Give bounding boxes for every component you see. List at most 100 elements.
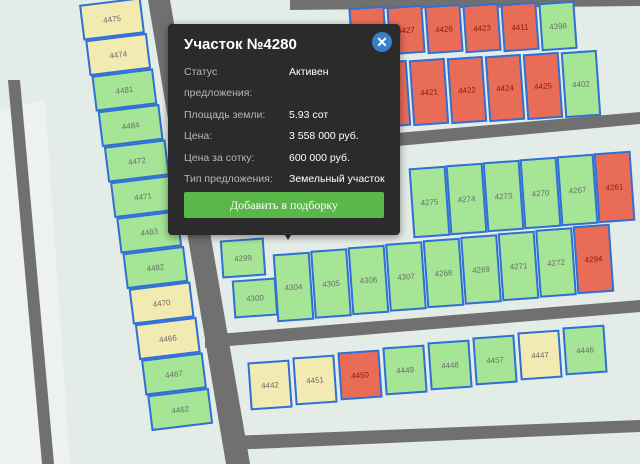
plot-number: 4272: [547, 258, 566, 268]
plot-4402[interactable]: 4402: [560, 49, 602, 119]
plot-number: 4269: [472, 265, 491, 275]
plot-number: 4268: [434, 268, 453, 278]
info-value: Активен: [289, 66, 329, 78]
plot-number: 4271: [509, 261, 528, 271]
plot-4451[interactable]: 4451: [292, 354, 338, 406]
plot-4271[interactable]: 4271: [497, 230, 540, 302]
plot-number: 4306: [359, 275, 378, 285]
plot-number: 4447: [531, 350, 550, 360]
info-label: предложения:: [184, 87, 253, 99]
plot-4471[interactable]: 4471: [110, 174, 176, 219]
plot-4269[interactable]: 4269: [460, 234, 502, 305]
info-value: 600 000 руб.: [289, 152, 350, 164]
plot-4422[interactable]: 4422: [446, 55, 488, 125]
info-row-area: Площадь земли: 5.93 сот: [184, 109, 328, 121]
plot-number: 4307: [397, 272, 416, 282]
plot-number: 4275: [420, 197, 439, 207]
plot-4462[interactable]: 4462: [147, 387, 214, 432]
plot-4307[interactable]: 4307: [385, 241, 427, 312]
plot-number: 4300: [246, 293, 265, 303]
info-value: 3 558 000 руб.: [289, 130, 359, 142]
info-label: Площадь земли:: [184, 109, 266, 121]
plot-number: 4304: [284, 282, 303, 292]
plot-number: 4261: [605, 182, 624, 192]
plot-number: 4451: [306, 375, 325, 385]
plot-4304[interactable]: 4304: [272, 251, 315, 323]
plot-number: 4274: [457, 194, 476, 204]
plot-4294[interactable]: 4294: [572, 223, 615, 295]
plot-number: 4442: [261, 380, 280, 390]
close-icon[interactable]: ✕: [372, 32, 392, 52]
plot-number: 4402: [572, 79, 591, 89]
plot-4306[interactable]: 4306: [347, 244, 390, 316]
plot-4398[interactable]: 4398: [538, 0, 578, 52]
plot-4481[interactable]: 4481: [91, 68, 158, 112]
plot-number: 4448: [441, 360, 460, 370]
plot-4482[interactable]: 4482: [122, 245, 189, 290]
plot-4305[interactable]: 4305: [310, 248, 352, 319]
info-value: Земельный участок: [289, 173, 385, 185]
plot-4450[interactable]: 4450: [337, 349, 383, 401]
plot-4425[interactable]: 4425: [522, 51, 564, 121]
info-row-offer-type: Тип предложения: Земельный участок: [184, 173, 385, 185]
plot-4474[interactable]: 4474: [85, 32, 152, 77]
plot-number: 4273: [494, 191, 513, 201]
plot-number: 4267: [568, 185, 587, 195]
plot-4424[interactable]: 4424: [484, 53, 526, 123]
plot-number: 4449: [396, 365, 415, 375]
info-label: Цена:: [184, 130, 213, 142]
plot-number: 4305: [322, 279, 341, 289]
plot-number: 4294: [584, 254, 603, 264]
plot-number: 4421: [420, 87, 439, 97]
plot-4475[interactable]: 4475: [79, 0, 145, 41]
plot-number: 4424: [496, 83, 515, 93]
plot-number: 4270: [531, 188, 550, 198]
plot-number: 4450: [351, 370, 370, 380]
plot-number: 4422: [458, 85, 477, 95]
plot-4274[interactable]: 4274: [445, 162, 488, 236]
plot-4421[interactable]: 4421: [408, 57, 450, 127]
plot-number: 4299: [234, 253, 253, 263]
info-label: Тип предложения:: [184, 173, 273, 185]
plot-4272[interactable]: 4272: [535, 227, 577, 298]
popup-title: Участок №4280: [184, 36, 297, 53]
plot-4472[interactable]: 4472: [103, 139, 170, 183]
plot-4268[interactable]: 4268: [422, 237, 465, 309]
plot-number: 4457: [486, 355, 505, 365]
plot-number: 4398: [549, 21, 568, 31]
plot-4423[interactable]: 4423: [462, 2, 502, 54]
plot-number: 4425: [534, 81, 553, 91]
plot-4466[interactable]: 4466: [134, 316, 201, 361]
plot-number: 4423: [473, 23, 492, 33]
plot-4484[interactable]: 4484: [97, 103, 164, 148]
plot-number: 4446: [576, 345, 595, 355]
info-row-price: Цена: 3 558 000 руб.: [184, 130, 359, 142]
plot-4411[interactable]: 4411: [500, 1, 540, 53]
plot-4442[interactable]: 4442: [247, 359, 293, 411]
plot-4275[interactable]: 4275: [408, 165, 451, 239]
plot-info-popup: Участок №4280 ✕ Статус Активен предложен…: [168, 24, 400, 235]
info-label: Статус: [184, 66, 218, 78]
plot-4446[interactable]: 4446: [562, 324, 608, 376]
info-value: 5.93 сот: [289, 109, 329, 121]
plot-4448[interactable]: 4448: [427, 339, 473, 391]
plot-4300[interactable]: 4300: [231, 277, 279, 319]
info-row-price-per-sotka: Цена за сотку: 600 000 руб.: [184, 152, 350, 164]
plot-4299[interactable]: 4299: [219, 237, 267, 279]
plot-4457[interactable]: 4457: [472, 334, 518, 386]
plot-4447[interactable]: 4447: [517, 329, 563, 381]
info-label: Цена за сотку:: [184, 152, 255, 164]
plot-4426[interactable]: 4426: [424, 3, 464, 55]
plot-4267[interactable]: 4267: [556, 153, 599, 227]
info-row-status-cont: предложения:: [184, 87, 252, 99]
plot-4261[interactable]: 4261: [593, 150, 636, 224]
plot-4467[interactable]: 4467: [141, 352, 207, 396]
add-to-selection-button[interactable]: Добавить в подборку: [184, 192, 384, 218]
plot-4273[interactable]: 4273: [482, 159, 525, 233]
plot-4449[interactable]: 4449: [382, 344, 428, 396]
info-row-status: Статус Активен: [184, 66, 329, 78]
plot-number: 4426: [435, 24, 454, 34]
plot-4270[interactable]: 4270: [519, 156, 562, 230]
plot-number: 4411: [511, 22, 529, 32]
plot-4470[interactable]: 4470: [128, 281, 195, 325]
